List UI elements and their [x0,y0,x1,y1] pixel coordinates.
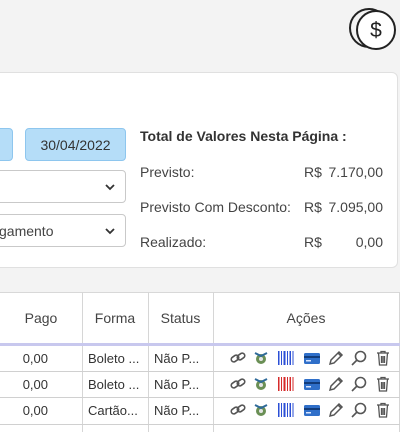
search-icon[interactable] [350,401,368,419]
total-currency-realizado: R$ [304,234,322,250]
dollar-coins-icon: $ [349,8,396,50]
column-header-status[interactable]: Status [148,292,213,344]
total-label-previsto: Previsto: [140,164,195,180]
credit-card-icon[interactable] [303,401,321,419]
link-icon[interactable] [229,375,247,393]
total-currency-previsto-desconto: R$ [304,199,322,215]
cell-pago: 0,00 [22,350,48,366]
search-icon[interactable] [350,349,368,367]
end-date-input[interactable]: 30/04/2022 [25,128,126,161]
cell-status: Não P... [154,376,200,392]
total-value-previsto: 7.170,00 [328,164,384,180]
svg-text:$: $ [370,19,382,42]
total-label-previsto-desconto: Previsto Com Desconto: [140,199,291,215]
money-bag-icon[interactable] [252,349,270,367]
trash-icon[interactable] [374,401,392,419]
cell-status: Não P... [154,350,200,366]
start-date-input[interactable] [0,128,13,161]
credit-card-icon[interactable] [303,375,321,393]
barcode-icon[interactable] [277,401,295,419]
trash-icon[interactable] [374,349,392,367]
end-date-value: 30/04/2022 [40,136,111,153]
trash-icon[interactable] [374,375,392,393]
totals-title: Total de Valores Nesta Página : [140,128,347,144]
money-bag-icon[interactable] [252,375,270,393]
pencil-icon[interactable] [327,401,345,419]
chevron-down-icon [105,228,115,235]
credit-card-icon[interactable] [303,349,321,367]
link-icon[interactable] [229,349,247,367]
pencil-icon[interactable] [327,349,345,367]
barcode-icon[interactable] [277,349,295,367]
total-value-realizado: 0,00 [355,234,383,250]
pencil-icon[interactable] [327,375,345,393]
cell-forma: Boleto ... [88,376,140,392]
money-bag-icon[interactable] [252,401,270,419]
filter-select-2-value: gamento [0,222,54,239]
search-icon[interactable] [350,375,368,393]
column-header-pago[interactable]: Pago [0,292,82,344]
cell-pago: 0,00 [22,376,48,392]
link-icon[interactable] [229,401,247,419]
column-header-forma[interactable]: Forma [82,292,148,344]
total-currency-previsto: R$ [304,164,322,180]
column-header-acoes: Ações [286,310,326,326]
barcode-icon[interactable] [277,375,295,393]
filter-select-1[interactable] [0,170,126,203]
filter-select-2[interactable]: gamento [0,214,126,247]
total-label-realizado: Realizado: [140,234,207,250]
cell-forma: Boleto ... [88,350,140,366]
cell-status: Não P... [154,402,200,418]
cell-pago: 0,00 [22,402,48,418]
total-value-previsto-desconto: 7.095,00 [328,199,384,215]
chevron-down-icon [105,184,115,191]
cell-forma: Cartão... [88,402,138,418]
